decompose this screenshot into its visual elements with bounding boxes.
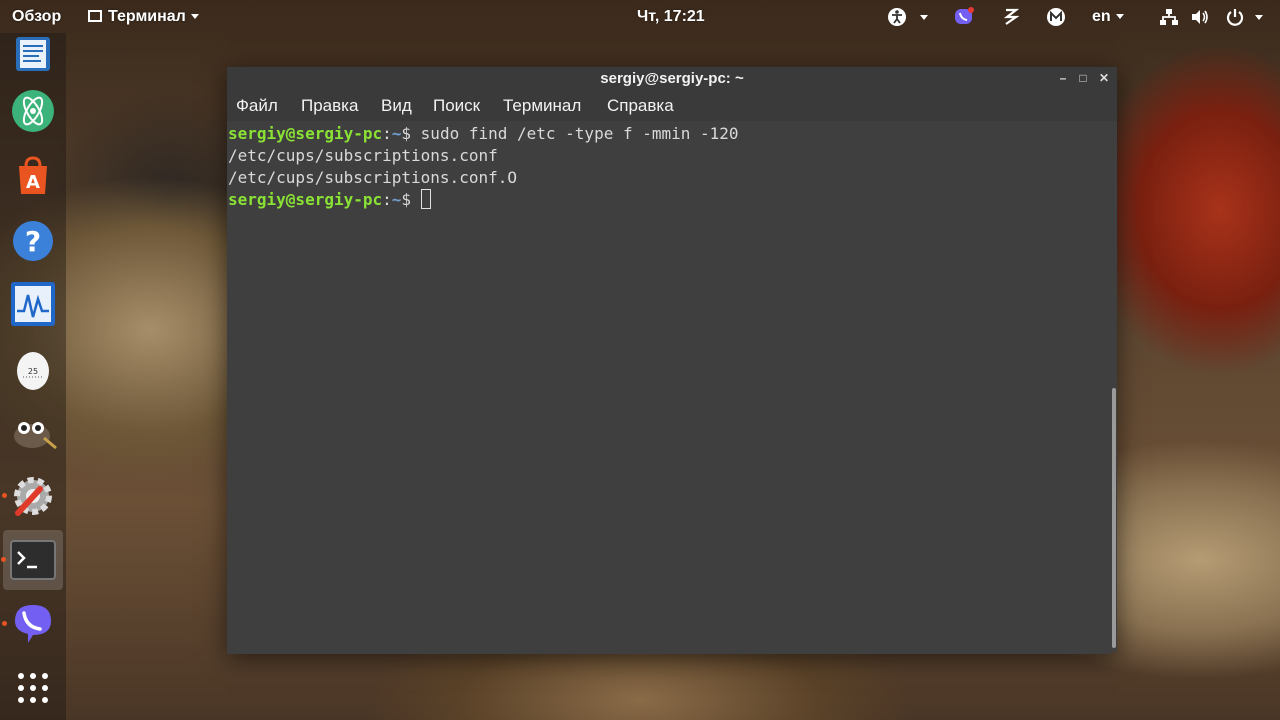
- menu-view[interactable]: Вид: [381, 96, 412, 116]
- viber-icon[interactable]: [2, 599, 58, 649]
- prompt-symbol: $: [401, 124, 421, 143]
- terminal-window[interactable]: sergiy@sergiy-pc: ~ – □ ✕ Файл Правка Ви…: [227, 67, 1117, 654]
- settings-icon[interactable]: [2, 471, 58, 521]
- active-prompt-line: sergiy@sergiy-pc:~$: [228, 189, 1111, 211]
- running-indicator: [1, 557, 6, 562]
- prompt-path: ~: [391, 124, 402, 143]
- terminal-content[interactable]: sergiy@sergiy-pc:~$ sudo find /etc -type…: [227, 121, 1111, 654]
- terminal-icon[interactable]: [1, 530, 63, 590]
- command-line: sergiy@sergiy-pc:~$ sudo find /etc -type…: [228, 123, 1111, 145]
- menu-search[interactable]: Поиск: [433, 96, 480, 116]
- accessibility-chevron-icon: [920, 15, 928, 20]
- app-grid-icon[interactable]: [8, 663, 58, 713]
- prompt-user: sergiy@sergiy-pc: [228, 124, 383, 143]
- help-icon[interactable]: ?: [8, 216, 58, 266]
- svg-text:25: 25: [28, 367, 38, 376]
- language-selector[interactable]: en: [1092, 7, 1124, 27]
- prompt-separator: :: [382, 190, 392, 209]
- viber-tray-icon[interactable]: [953, 6, 975, 28]
- mail-icon[interactable]: [1045, 6, 1067, 28]
- text-cursor: [420, 189, 431, 209]
- accessibility-icon[interactable]: [886, 6, 908, 28]
- activities-button[interactable]: Обзор: [12, 7, 61, 27]
- terminal-small-icon: [88, 10, 102, 22]
- prompt-separator: :: [382, 124, 392, 143]
- timer-icon[interactable]: 25: [8, 344, 58, 394]
- output-line: /etc/cups/subscriptions.conf.O: [228, 168, 517, 187]
- chevron-down-icon: [1115, 14, 1124, 20]
- menu-bar: Файл Правка Вид Поиск Терминал Справка: [227, 91, 1117, 121]
- menu-edit[interactable]: Правка: [301, 96, 358, 116]
- network-icon[interactable]: [1158, 6, 1180, 28]
- power-chevron-icon: [1255, 15, 1263, 20]
- scrollbar-thumb[interactable]: [1112, 388, 1116, 648]
- volume-icon[interactable]: [1189, 6, 1211, 28]
- prompt-user: sergiy@sergiy-pc: [228, 190, 383, 209]
- software-center-icon[interactable]: A: [8, 151, 58, 201]
- svg-text:?: ?: [25, 225, 41, 258]
- running-indicator: [2, 493, 7, 498]
- menu-file[interactable]: Файл: [236, 96, 278, 116]
- app-menu-label: Терминал: [108, 8, 186, 25]
- clock[interactable]: Чт, 17:21: [637, 7, 705, 27]
- command-text: sudo find /etc -type f -mmin -120: [420, 124, 739, 143]
- scrollbar[interactable]: [1110, 121, 1117, 652]
- atom-icon[interactable]: [8, 86, 58, 136]
- prompt-path: ~: [391, 190, 402, 209]
- maximize-button[interactable]: □: [1074, 69, 1092, 87]
- top-bar: Обзор Терминал Чт, 17:21 en: [0, 0, 1280, 33]
- menu-help[interactable]: Справка: [607, 96, 674, 116]
- window-title: sergiy@sergiy-pc: ~: [600, 70, 744, 87]
- dock: A ? 25: [0, 33, 66, 720]
- close-button[interactable]: ✕: [1095, 69, 1113, 87]
- text-editor-icon[interactable]: [8, 29, 58, 79]
- window-titlebar[interactable]: sergiy@sergiy-pc: ~ – □ ✕: [227, 67, 1117, 91]
- chevron-down-icon: [190, 14, 199, 20]
- gimp-icon[interactable]: [8, 407, 58, 457]
- system-monitor-icon[interactable]: [8, 279, 58, 329]
- power-icon[interactable]: [1224, 6, 1246, 28]
- prompt-symbol: $: [401, 190, 421, 209]
- svg-text:A: A: [26, 172, 40, 193]
- menu-terminal[interactable]: Терминал: [503, 96, 581, 116]
- app-menu-button[interactable]: Терминал: [88, 7, 199, 27]
- output-line: /etc/cups/subscriptions.conf: [228, 146, 498, 165]
- language-label: en: [1092, 8, 1111, 25]
- minimize-button[interactable]: –: [1054, 69, 1072, 87]
- zeal-icon[interactable]: [1000, 6, 1022, 28]
- running-indicator: [2, 621, 7, 626]
